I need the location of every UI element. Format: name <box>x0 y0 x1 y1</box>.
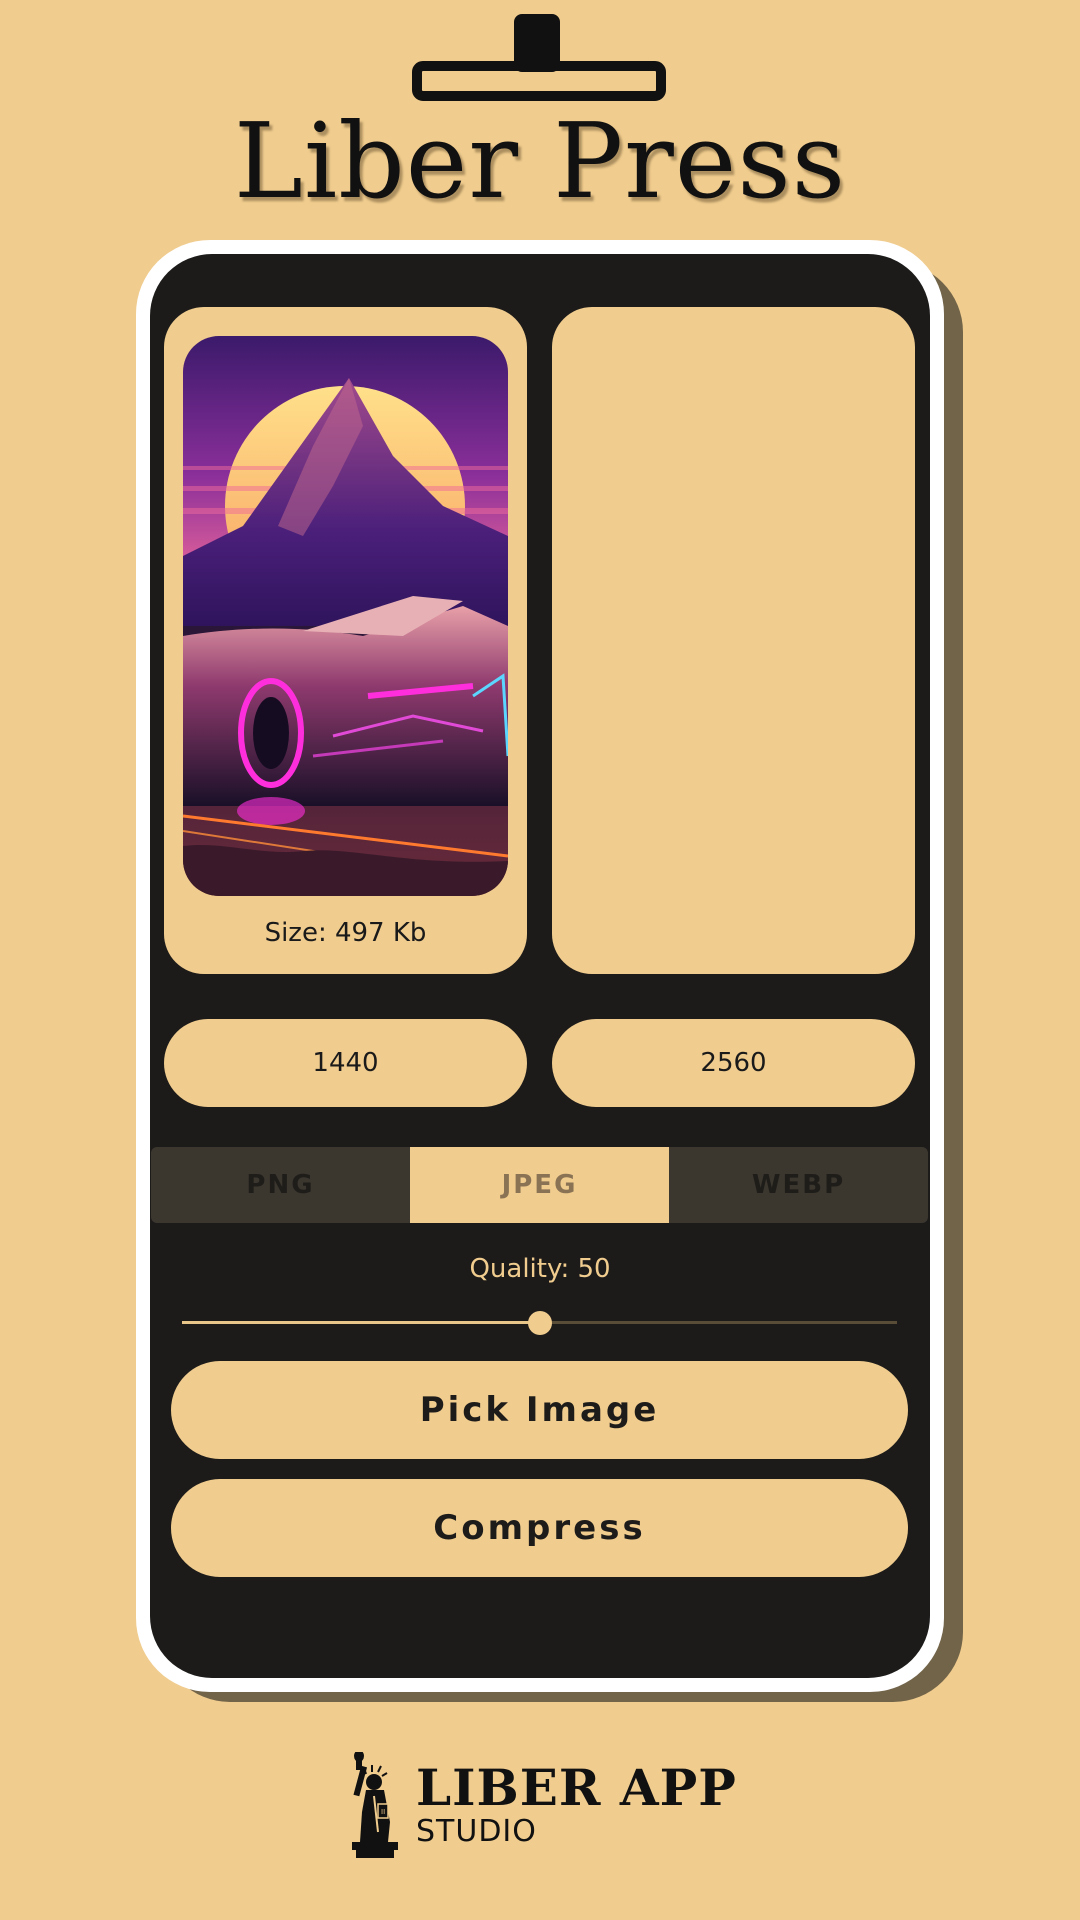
quality-label: Quality: 50 <box>469 1254 611 1284</box>
original-image-preview[interactable] <box>183 336 508 896</box>
app-title: Liber Press <box>233 100 847 222</box>
pick-image-button[interactable]: Pick Image <box>171 1361 908 1459</box>
format-png-tab[interactable]: PNG <box>151 1147 410 1223</box>
svg-text:II: II <box>381 1808 385 1816</box>
quality-slider-track[interactable] <box>540 1321 897 1324</box>
original-size-label: Size: 497 Kb <box>264 918 427 948</box>
footer-studio: STUDIO <box>416 1814 537 1849</box>
footer-brand: LIBER APP <box>416 1758 737 1817</box>
format-webp-tab[interactable]: WEBP <box>669 1147 928 1223</box>
format-jpeg-tab[interactable]: JPEG <box>410 1147 669 1223</box>
width-field[interactable]: 1440 <box>164 1019 527 1107</box>
synthwave-car-image <box>183 336 508 896</box>
format-selector: PNG JPEG WEBP <box>151 1147 928 1223</box>
compress-button[interactable]: Compress <box>171 1479 908 1577</box>
press-icon <box>412 14 666 101</box>
height-field[interactable]: 2560 <box>552 1019 915 1107</box>
compressed-image-card <box>552 307 915 974</box>
quality-slider-thumb[interactable] <box>528 1311 552 1335</box>
statue-of-liberty-icon: II <box>352 1752 398 1858</box>
quality-slider-track-filled[interactable] <box>182 1321 540 1324</box>
